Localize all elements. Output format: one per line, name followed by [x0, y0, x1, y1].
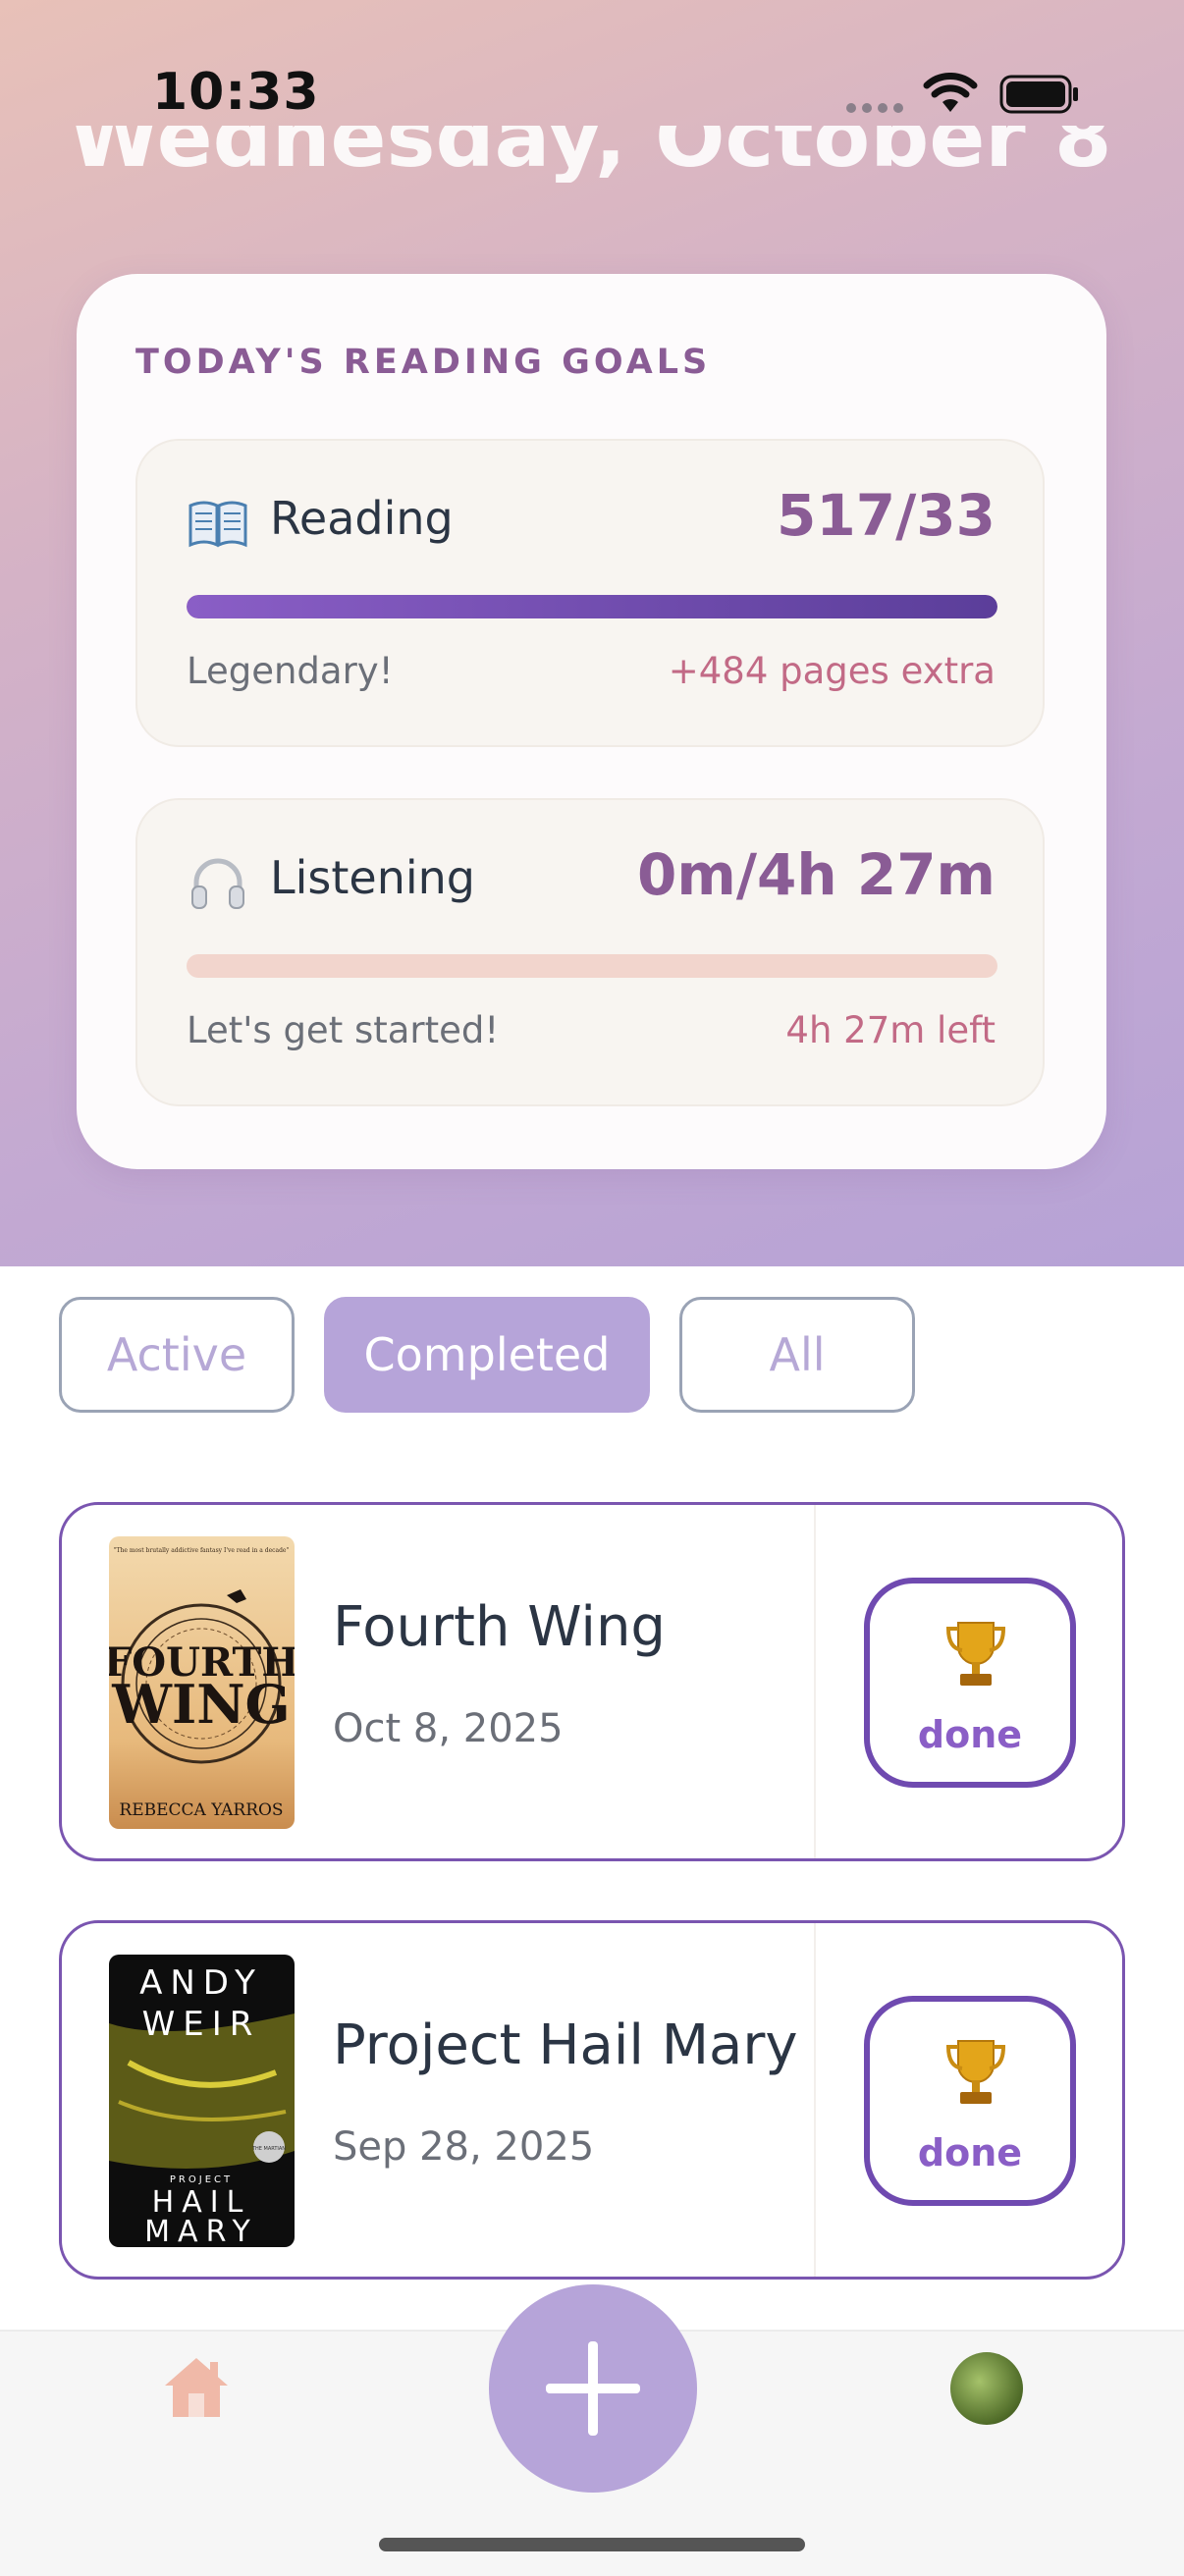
header-background: 10:33 Wednesday, October 8 TODAY'S READI…	[0, 0, 1184, 1266]
done-button[interactable]: done	[864, 1996, 1076, 2206]
svg-text:PROJECT: PROJECT	[170, 2174, 233, 2185]
headphones-icon	[191, 858, 244, 909]
reading-progress-bar	[187, 595, 997, 618]
fourth-wing-cover-art: "The most brutally addictive fantasy I'v…	[109, 1547, 295, 1820]
goals-card-title: TODAY'S READING GOALS	[135, 343, 712, 382]
home-icon[interactable]	[161, 2354, 232, 2421]
filter-tabs: Active Completed All	[59, 1297, 915, 1413]
listening-progress-bar	[187, 954, 997, 978]
home-indicator	[379, 2538, 805, 2551]
card-divider	[814, 1505, 816, 1858]
svg-text:"The most brutally addictive f: "The most brutally addictive fantasy I'v…	[114, 1547, 290, 1554]
reading-message: Legendary!	[187, 650, 394, 692]
status-time: 10:33	[152, 63, 320, 122]
wifi-icon	[923, 73, 978, 112]
listening-extra: 4h 27m left	[785, 1009, 996, 1051]
book-card-fourth-wing[interactable]: "The most brutally addictive fantasy I'v…	[59, 1502, 1125, 1861]
reading-goal[interactable]: Reading 517/33 Legendary! +484 pages ext…	[135, 439, 1045, 747]
tab-all[interactable]: All	[679, 1297, 915, 1413]
book-icon	[188, 501, 247, 548]
done-label: done	[917, 1713, 1023, 1756]
reading-goals-card: TODAY'S READING GOALS Reading 517/33 Leg…	[77, 274, 1106, 1169]
svg-text:WING: WING	[111, 1673, 290, 1736]
listening-value: 0m/4h 27m	[637, 841, 996, 908]
tab-completed[interactable]: Completed	[324, 1297, 650, 1413]
book-cover-project-hail-mary: THE MARTIAN ANDY WEIR PROJECT HAIL MARY	[109, 1955, 295, 2247]
reading-value: 517/33	[777, 482, 996, 549]
add-button[interactable]	[489, 2284, 697, 2493]
project-hail-mary-cover-art: THE MARTIAN ANDY WEIR PROJECT HAIL MARY	[109, 1963, 295, 2247]
svg-text:THE MARTIAN: THE MARTIAN	[251, 2146, 286, 2152]
done-label: done	[917, 2131, 1023, 2174]
tab-active[interactable]: Active	[59, 1297, 295, 1413]
svg-text:ANDY: ANDY	[139, 1963, 263, 2003]
listening-goal[interactable]: Listening 0m/4h 27m Let's get started! 4…	[135, 798, 1045, 1106]
done-button[interactable]: done	[864, 1578, 1076, 1788]
book-cover-fourth-wing: "The most brutally addictive fantasy I'v…	[109, 1536, 295, 1829]
listening-message: Let's get started!	[187, 1009, 500, 1051]
cellular-signal-icon	[846, 103, 903, 113]
book-date: Oct 8, 2025	[333, 1706, 564, 1751]
reading-progress-fill	[187, 595, 997, 618]
trophy-icon	[945, 1622, 1006, 1686]
trophy-icon	[945, 2040, 1006, 2104]
reading-label: Reading	[270, 492, 454, 545]
plus-icon	[546, 2341, 640, 2436]
svg-text:WEIR: WEIR	[142, 2005, 261, 2044]
book-title: Project Hail Mary	[333, 2013, 798, 2077]
listening-label: Listening	[270, 851, 475, 904]
book-date: Sep 28, 2025	[333, 2124, 595, 2170]
reading-extra: +484 pages extra	[668, 650, 996, 692]
book-title: Fourth Wing	[333, 1595, 666, 1659]
svg-text:REBECCA YARROS: REBECCA YARROS	[119, 1800, 283, 1820]
battery-icon	[999, 75, 1078, 114]
card-divider	[814, 1923, 816, 2277]
book-card-project-hail-mary[interactable]: THE MARTIAN ANDY WEIR PROJECT HAIL MARY …	[59, 1920, 1125, 2280]
page-date: Wednesday, October 8	[69, 126, 1112, 183]
svg-text:MARY: MARY	[144, 2215, 258, 2247]
avatar[interactable]	[950, 2352, 1023, 2425]
